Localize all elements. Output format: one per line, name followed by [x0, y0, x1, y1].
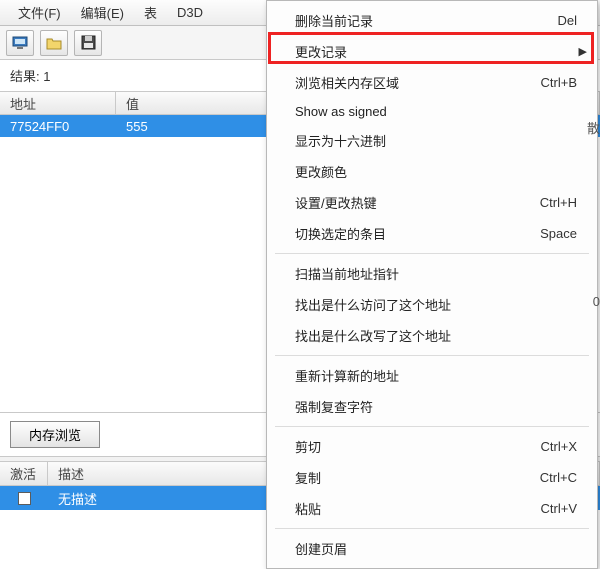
menu-item-label: 删除当前记录 — [295, 11, 373, 30]
edge-text: 0 — [593, 294, 600, 309]
cell-address: 77524FF0 — [0, 119, 116, 134]
col-activate[interactable]: 激活 — [0, 462, 48, 485]
menu-separator — [275, 355, 589, 356]
folder-open-icon — [46, 36, 62, 50]
results-count: 1 — [43, 69, 50, 84]
menu-item-label: 粘贴 — [295, 499, 321, 518]
open-file-button[interactable] — [40, 30, 68, 56]
menu-file[interactable]: 文件(F) — [8, 0, 71, 25]
menu-edit[interactable]: 编辑(E) — [71, 0, 134, 25]
menu-d3d[interactable]: D3D — [167, 2, 213, 23]
menu-item-label: 显示为十六进制 — [295, 131, 386, 150]
context-menu: 删除当前记录 Del 更改记录 ▶ 浏览相关内存区域 Ctrl+B Show as sign… — [266, 0, 598, 569]
context-menu-item[interactable]: 切换选定的条目 Space — [269, 218, 595, 249]
context-menu-item[interactable]: Show as signed — [269, 98, 595, 125]
col-address[interactable]: 地址 — [0, 92, 116, 114]
menu-item-shortcut: Del — [557, 13, 577, 28]
context-menu-item[interactable]: 找出是什么访问了这个地址 — [269, 289, 595, 320]
menu-item-label: 更改记录 — [295, 42, 347, 61]
results-label: 结果: — [10, 69, 40, 84]
menu-item-label: 强制复查字符 — [295, 397, 373, 416]
menu-item-label: 找出是什么改写了这个地址 — [295, 326, 451, 345]
menu-item-shortcut: Space — [540, 226, 577, 241]
context-menu-item[interactable]: 设置/更改热键 Ctrl+H — [269, 187, 595, 218]
activate-checkbox[interactable] — [18, 492, 31, 505]
menu-separator — [275, 528, 589, 529]
memory-browse-button[interactable]: 内存浏览 — [10, 421, 100, 448]
menu-item-shortcut: Ctrl+B — [541, 75, 577, 90]
menu-item-shortcut: Ctrl+X — [541, 439, 577, 454]
activate-checkbox-cell[interactable] — [0, 492, 48, 505]
menu-item-label: 创建页眉 — [295, 539, 347, 558]
edge-text: 散 — [587, 118, 600, 137]
context-menu-item[interactable]: 更改记录 ▶ — [269, 36, 595, 67]
context-menu-item[interactable]: 强制复查字符 — [269, 391, 595, 422]
menu-item-label: 复制 — [295, 468, 321, 487]
floppy-disk-icon — [81, 35, 96, 50]
menu-item-label: 扫描当前地址指针 — [295, 264, 399, 283]
menu-table[interactable]: 表 — [134, 0, 167, 25]
menu-item-shortcut: Ctrl+C — [540, 470, 577, 485]
context-menu-item[interactable]: 创建页眉 — [269, 533, 595, 564]
menu-separator — [275, 426, 589, 427]
context-menu-item[interactable]: 更改颜色 — [269, 156, 595, 187]
menu-item-label: 浏览相关内存区域 — [295, 73, 399, 92]
menu-item-label: 更改颜色 — [295, 162, 347, 181]
chevron-right-icon: ▶ — [579, 45, 587, 58]
computer-icon — [12, 36, 28, 50]
context-menu-item[interactable]: 显示为十六进制 — [269, 125, 595, 156]
context-menu-item[interactable]: 删除当前记录 Del — [269, 5, 595, 36]
open-process-button[interactable] — [6, 30, 34, 56]
menu-item-shortcut: Ctrl+V — [541, 501, 577, 516]
menu-item-label: Show as signed — [295, 104, 387, 119]
menu-item-shortcut: Ctrl+H — [540, 195, 577, 210]
context-menu-item[interactable]: 剪切 Ctrl+X — [269, 431, 595, 462]
menu-separator — [275, 253, 589, 254]
menu-item-label: 剪切 — [295, 437, 321, 456]
context-menu-item[interactable]: 找出是什么改写了这个地址 — [269, 320, 595, 351]
menu-item-label: 切换选定的条目 — [295, 224, 386, 243]
menu-item-label: 找出是什么访问了这个地址 — [295, 295, 451, 314]
menu-item-label: 重新计算新的地址 — [295, 366, 399, 385]
save-button[interactable] — [74, 30, 102, 56]
context-menu-item[interactable]: 复制 Ctrl+C — [269, 462, 595, 493]
context-menu-item[interactable]: 浏览相关内存区域 Ctrl+B — [269, 67, 595, 98]
context-menu-item[interactable]: 扫描当前地址指针 — [269, 258, 595, 289]
menu-item-label: 设置/更改热键 — [295, 193, 377, 212]
context-menu-item[interactable]: 重新计算新的地址 — [269, 360, 595, 391]
context-menu-item[interactable]: 粘贴 Ctrl+V — [269, 493, 595, 524]
